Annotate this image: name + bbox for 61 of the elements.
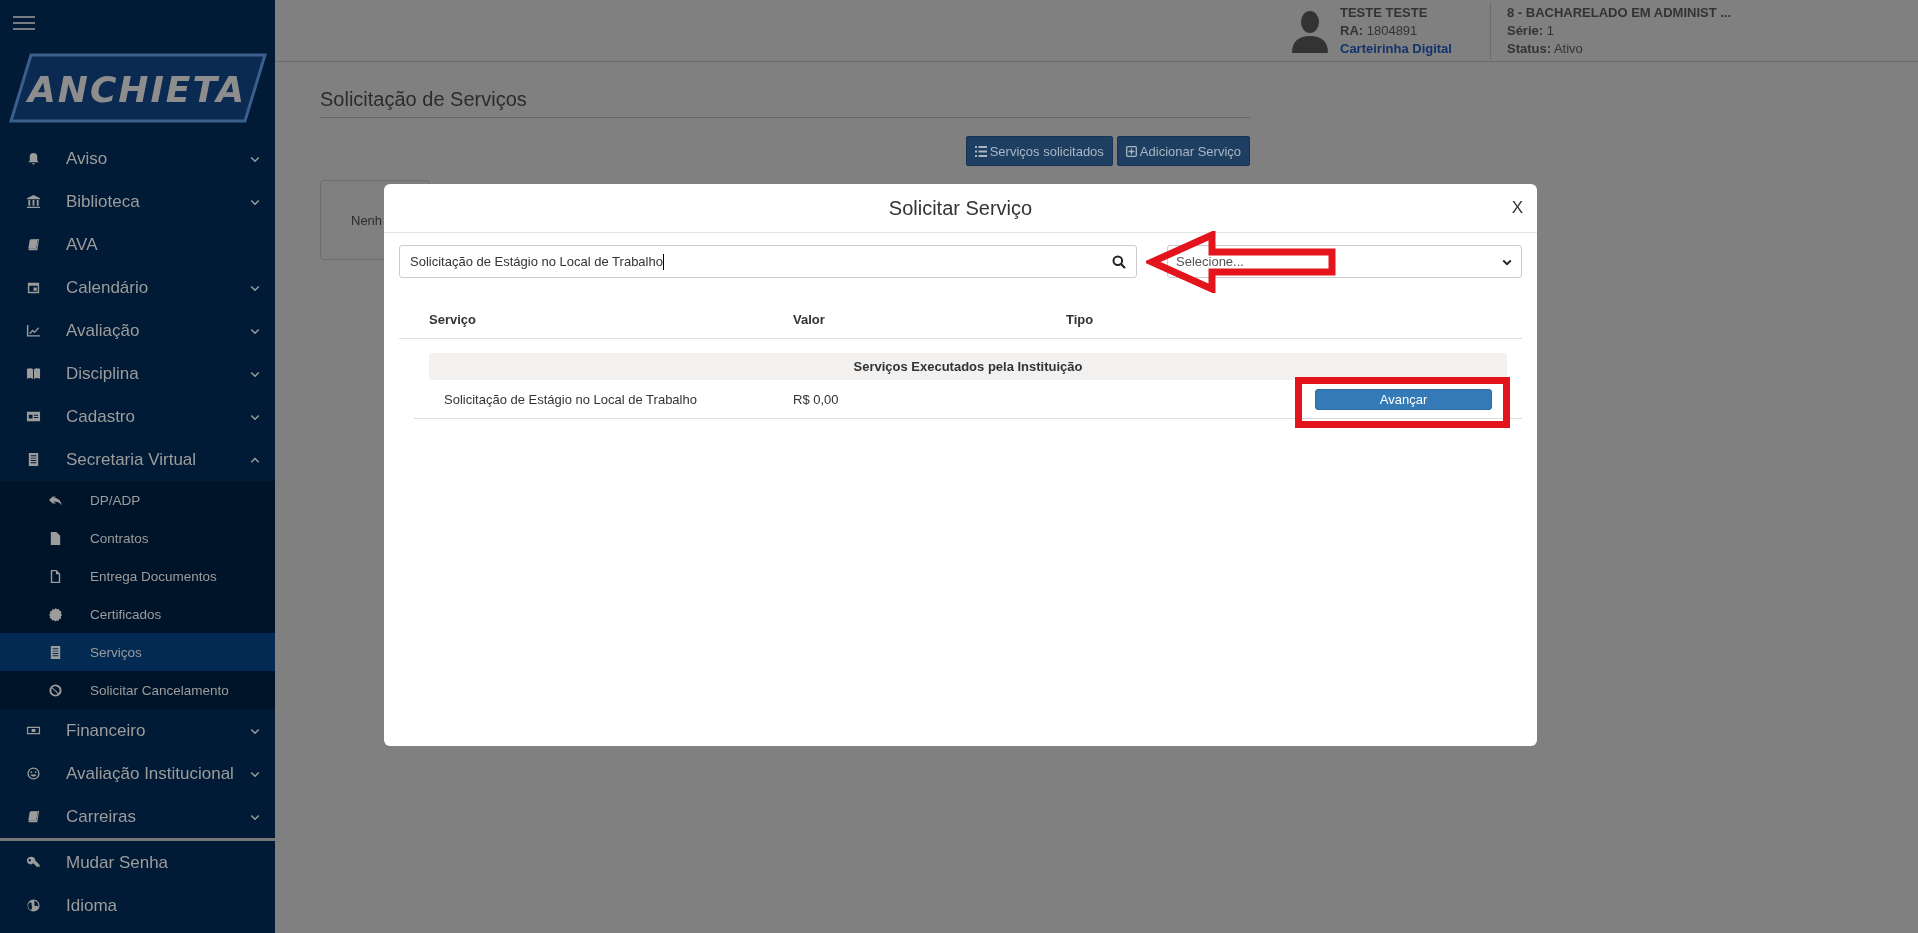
column-header: Serviço — [429, 311, 477, 327]
search-field[interactable]: Solicitação de Estágio no Local de Trabalho — [399, 245, 1137, 278]
bell-icon — [26, 151, 41, 166]
globe-icon — [26, 898, 41, 913]
avatar-icon — [1290, 8, 1330, 53]
course-name: 8 - BACHARELADO EM ADMINIST ... — [1506, 3, 1732, 22]
modal-title: Solicitar Serviço — [888, 196, 1033, 220]
status-text: Status: Ativo — [1506, 39, 1584, 58]
group-header: Serviços Executados pela Instituição — [429, 353, 1507, 380]
document-icon — [48, 644, 63, 660]
sidebar-item[interactable]: Biblioteca — [0, 180, 275, 223]
calendar-icon — [26, 280, 41, 295]
list-icon — [974, 145, 987, 157]
search-icon[interactable] — [1112, 254, 1126, 269]
card-text: Nenh — [351, 212, 383, 228]
menu-icon[interactable] — [13, 15, 35, 30]
sidebar-item[interactable]: Avaliação Institucional — [0, 752, 275, 795]
book-icon — [26, 809, 41, 824]
column-header: Valor — [793, 311, 826, 327]
sidebar-item[interactable]: Secretaria Virtual — [0, 438, 275, 481]
plus-square-icon — [1125, 145, 1137, 157]
document-icon — [26, 452, 41, 467]
sidebar-item[interactable]: Financeiro — [0, 709, 275, 752]
table-cell-text: Solicitação de Estágio no Local de Trabalho — [444, 391, 698, 407]
sidebar-item[interactable]: Idioma — [0, 884, 275, 927]
submenu-item[interactable]: DP/ADP — [0, 481, 275, 519]
user-name: TESTE TESTE — [1340, 3, 1429, 22]
submenu-item[interactable]: Serviços — [0, 633, 275, 671]
sidebar-item[interactable]: Avaliação — [0, 309, 275, 352]
bank-icon — [26, 194, 41, 209]
column-header: Tipo — [1066, 311, 1094, 327]
sidebar-item[interactable]: AVA — [0, 223, 275, 266]
file-icon — [48, 530, 63, 546]
close-button[interactable]: X — [1511, 198, 1523, 218]
smiley-icon — [26, 766, 41, 781]
sidebar-item[interactable]: Mudar Senha — [0, 841, 275, 884]
filter-select[interactable]: Selecione... — [1167, 245, 1522, 278]
toolbar-button[interactable]: Serviços solicitados — [965, 136, 1113, 166]
sidebar-item[interactable]: Aviso — [0, 137, 275, 180]
series-text: Série: 1 — [1506, 21, 1555, 40]
book-icon — [26, 237, 41, 252]
badge-icon — [48, 606, 63, 622]
table-cell: R$ 0,00 — [793, 391, 839, 407]
sidebar-item[interactable]: Disciplina — [0, 352, 275, 395]
chart-icon — [26, 323, 41, 338]
advance-button[interactable]: Avançar — [1315, 388, 1492, 410]
sidebar-item[interactable]: Carreiras — [0, 795, 275, 838]
file-icon — [48, 568, 63, 584]
toolbar-button[interactable]: Adicionar Serviço — [1116, 136, 1250, 166]
sidebar-item[interactable]: Calendário — [0, 266, 275, 309]
key-icon — [26, 855, 41, 870]
submenu-item[interactable]: Solicitar Cancelamento — [0, 671, 275, 709]
page-title: Solicitação de Serviços — [320, 88, 1250, 118]
ban-icon — [48, 682, 63, 698]
submenu-item[interactable]: Entrega Documentos — [0, 557, 275, 595]
id-card-icon — [26, 409, 41, 424]
sidebar-item[interactable]: Cadastro — [0, 395, 275, 438]
submenu-item[interactable]: Contratos — [0, 519, 275, 557]
open-book-icon — [26, 366, 41, 381]
student-id: RA: 1804891 — [1340, 21, 1419, 40]
submenu-item[interactable]: Certificados — [0, 595, 275, 633]
